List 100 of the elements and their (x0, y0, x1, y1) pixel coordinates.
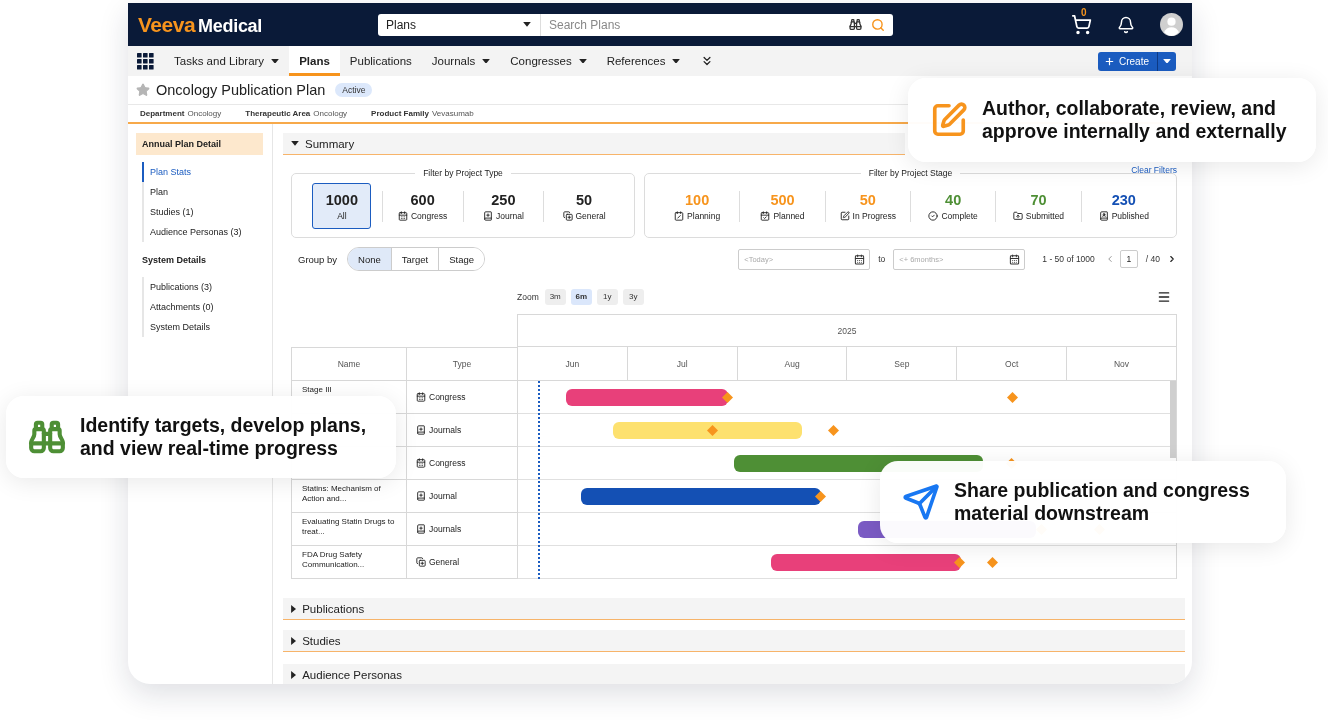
year-header: 2025 (518, 315, 1176, 347)
avatar-icon[interactable] (1160, 13, 1183, 36)
book-user-icon (1098, 210, 1109, 221)
search-scope-dropdown[interactable]: Plans (378, 13, 541, 36)
project-type-filter[interactable]: 50 General (554, 183, 614, 229)
filter-legend: Filter by Project Type (415, 168, 511, 179)
edit-icon (930, 101, 968, 139)
nav-tab[interactable]: Plans (289, 46, 340, 76)
scrollbar[interactable] (1170, 381, 1176, 458)
nav-tab[interactable]: Congresses (500, 46, 597, 76)
copy-plus-icon (416, 557, 426, 567)
sidebar-item[interactable]: Audience Personas (3) (142, 222, 263, 242)
sidebar-item[interactable]: Publications (3) (142, 277, 263, 297)
brand-logo: Veeva (138, 12, 196, 37)
filter-count: 50 (576, 191, 593, 208)
sidebar-item[interactable]: Attachments (0) (142, 297, 263, 317)
group-by-option[interactable]: None (348, 248, 391, 270)
zoom-option[interactable]: 1y (596, 288, 618, 305)
menu-button[interactable] (1157, 289, 1171, 304)
project-stage-filter[interactable]: 100 Planning (667, 183, 727, 229)
sidebar-item[interactable]: Plan (142, 182, 263, 202)
milestone-diamond-icon (721, 392, 733, 403)
clear-filters-link[interactable]: Clear Filters (1131, 165, 1177, 176)
milestone-diamond-icon (706, 425, 718, 436)
filter-count: 40 (945, 191, 962, 208)
app-grid-icon[interactable] (137, 52, 154, 70)
calendar-icon[interactable] (854, 253, 866, 265)
next-page-button[interactable] (1167, 254, 1177, 264)
notifications-icon[interactable] (1117, 15, 1135, 34)
nav-tab[interactable]: Publications (339, 46, 422, 76)
project-type-filter[interactable]: 1000 All (312, 183, 372, 229)
filter-label: Submitted (1012, 210, 1065, 221)
book-plus-icon (416, 524, 426, 534)
section-header[interactable]: Studies (283, 630, 1185, 652)
filter-label: Journal (482, 210, 524, 221)
paper-plane-icon (902, 483, 940, 521)
table-cell: FDA Drug Safety Communication... (291, 546, 407, 579)
filter-count: 250 (491, 191, 516, 208)
project-stage-filter[interactable]: 40 Complete (923, 183, 983, 229)
table-cell: Congress (407, 447, 517, 480)
filter-count: 1000 (325, 191, 358, 208)
section-header[interactable]: Audience Personas (283, 664, 1185, 684)
project-type-filter[interactable]: 600 Congress (392, 183, 453, 229)
nav-tab[interactable]: Tasks and Library (164, 46, 290, 76)
calendar-check-icon (760, 210, 771, 221)
month-header: Jul (626, 347, 737, 380)
sidebar-item[interactable]: System Details (142, 317, 263, 337)
table-cell: Statins: Mechanism of Action and... (291, 480, 407, 513)
cart-icon[interactable] (1071, 14, 1092, 35)
page-field[interactable]: 1 (1119, 250, 1138, 268)
filter-count: 600 (410, 191, 435, 208)
nav-tab[interactable]: Journals (421, 46, 501, 76)
star-icon[interactable] (136, 83, 150, 97)
field-label: Therapeutic Area (245, 109, 311, 118)
field-value: Oncology (187, 109, 222, 118)
table-cell: Congress (407, 381, 517, 414)
sidebar-item[interactable]: Studies (1) (142, 202, 263, 222)
field-label: Department (140, 109, 185, 118)
month-header: Aug (736, 347, 847, 380)
create-menu-button[interactable] (1157, 51, 1176, 71)
month-header: Oct (956, 347, 1067, 380)
caret-icon (1163, 58, 1171, 64)
filter-label: Published (1098, 210, 1149, 221)
group-by-option[interactable]: Stage (438, 248, 485, 270)
zoom-option[interactable]: 3y (622, 288, 644, 305)
caret-icon (523, 22, 531, 27)
filter-label: Planning (674, 210, 721, 221)
filter-label: General (562, 210, 606, 221)
field-value: Vevasumab (431, 109, 474, 118)
zoom-option[interactable]: 3m (544, 288, 566, 305)
filter-count: 50 (859, 191, 876, 208)
project-type-filter[interactable]: 250 Journal (473, 183, 533, 229)
search-field[interactable]: Search Plans (541, 13, 893, 36)
plus-icon (1104, 55, 1115, 67)
section-header[interactable]: Summary (283, 133, 905, 155)
binoculars-icon[interactable] (849, 18, 862, 31)
product-name: Medical (198, 15, 262, 37)
page-total: / 40 (1145, 254, 1160, 264)
zoom-option[interactable]: 6m (570, 288, 592, 305)
status-badge: Active (335, 83, 373, 97)
nav-tab[interactable]: References (596, 46, 691, 76)
sidebar-item[interactable]: Plan Stats (142, 162, 263, 182)
project-stage-filter[interactable]: 230 Published (1093, 183, 1154, 229)
project-stage-filter[interactable]: 50 In Progress (834, 183, 902, 229)
calendar-icon[interactable] (1009, 253, 1021, 265)
results-range: 1 - 50 of 1000 (1042, 254, 1095, 264)
milestone-diamond-icon (1006, 392, 1018, 403)
filter-label: Congress (397, 210, 448, 221)
month-header: Sep (846, 347, 957, 380)
project-stage-filter[interactable]: 500 Planned (753, 183, 812, 229)
section-header[interactable]: Publications (283, 598, 1185, 620)
calendar-icon (416, 458, 426, 468)
sidebar-heading[interactable]: Annual Plan Detail (136, 133, 263, 155)
table-cell: General (407, 546, 517, 579)
sidebar-heading[interactable]: System Details (136, 249, 263, 271)
callout-text: Identify targets, develop plans, and view real-time progress (80, 414, 368, 460)
create-button[interactable]: Create (1098, 51, 1157, 71)
project-stage-filter[interactable]: 70 Submitted (1007, 183, 1070, 229)
folder-upload-icon (1012, 210, 1023, 221)
pen-square-icon (839, 210, 850, 221)
